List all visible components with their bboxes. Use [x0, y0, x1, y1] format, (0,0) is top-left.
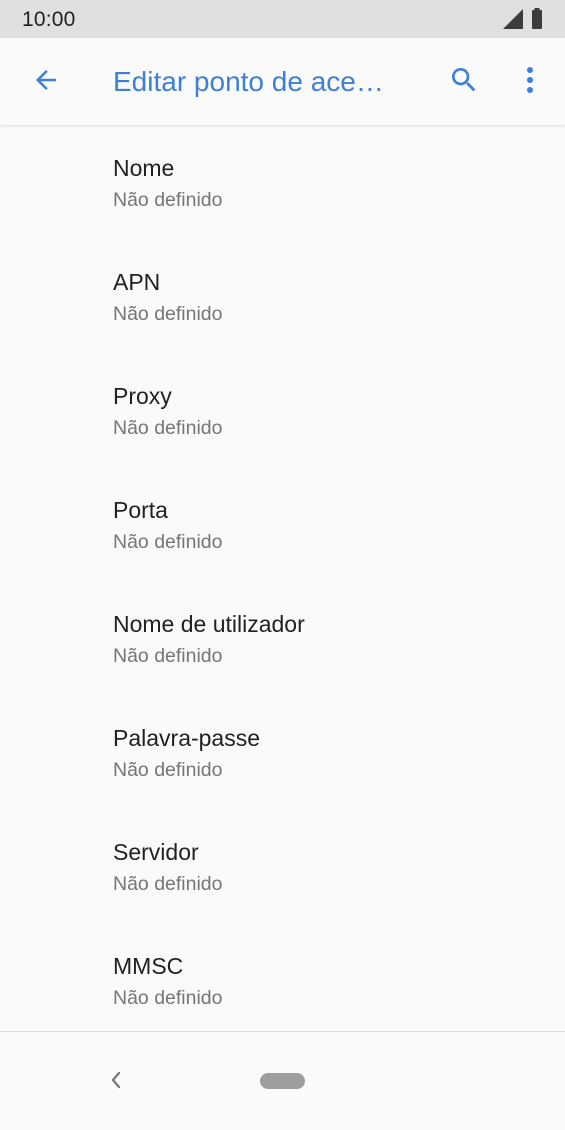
setting-title: Porta	[113, 497, 168, 523]
navigation-bar	[0, 1031, 565, 1130]
search-button[interactable]	[444, 62, 484, 102]
setting-item-mmsc[interactable]: MMSC Não definido	[0, 925, 565, 1039]
status-bar: 10:00	[0, 0, 565, 38]
setting-item-nome-de-utilizador[interactable]: Nome de utilizador Não definido	[0, 583, 565, 697]
settings-list: Nome Não definido APN Não definido Proxy…	[0, 127, 565, 1039]
setting-title: Palavra-passe	[113, 725, 261, 751]
app-bar: Editar ponto de ace…	[0, 38, 565, 126]
home-pill-icon[interactable]	[260, 1073, 305, 1089]
setting-summary: Não definido	[113, 873, 223, 895]
setting-summary: Não definido	[113, 417, 223, 439]
screen: 10:00 Editar ponto de ace… Nome Não defi…	[0, 0, 565, 1130]
more-vert-icon	[526, 66, 534, 99]
setting-summary: Não definido	[113, 987, 223, 1009]
setting-item-porta[interactable]: Porta Não definido	[0, 469, 565, 583]
setting-title: Nome de utilizador	[113, 611, 305, 637]
setting-item-nome[interactable]: Nome Não definido	[0, 127, 565, 241]
more-options-button[interactable]	[512, 62, 548, 102]
setting-item-servidor[interactable]: Servidor Não definido	[0, 811, 565, 925]
search-icon	[448, 64, 480, 101]
setting-summary: Não definido	[113, 303, 223, 325]
nav-back-icon	[109, 1071, 123, 1094]
status-icons	[503, 8, 543, 29]
setting-item-proxy[interactable]: Proxy Não definido	[0, 355, 565, 469]
setting-summary: Não definido	[113, 189, 223, 211]
setting-item-apn[interactable]: APN Não definido	[0, 241, 565, 355]
back-arrow-icon	[31, 65, 61, 100]
back-button[interactable]	[26, 62, 66, 102]
setting-title: Servidor	[113, 839, 199, 865]
nav-back-button[interactable]	[100, 1066, 132, 1098]
setting-title: Nome	[113, 155, 175, 181]
setting-summary: Não definido	[113, 531, 223, 553]
setting-summary: Não definido	[113, 759, 223, 781]
setting-title: APN	[113, 269, 161, 295]
status-time: 10:00	[22, 8, 76, 31]
setting-summary: Não definido	[113, 645, 223, 667]
signal-icon	[503, 9, 523, 29]
setting-title: MMSC	[113, 953, 184, 979]
battery-icon	[531, 8, 543, 29]
setting-item-palavra-passe[interactable]: Palavra-passe Não definido	[0, 697, 565, 811]
page-title: Editar ponto de ace…	[113, 66, 384, 97]
setting-title: Proxy	[113, 383, 172, 409]
